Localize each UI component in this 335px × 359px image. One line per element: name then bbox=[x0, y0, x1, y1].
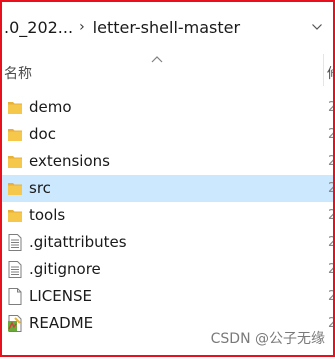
address-bar[interactable]: .0_202... › letter-shell-master bbox=[0, 8, 312, 46]
file-row-license[interactable]: LICENSE 2 bbox=[0, 283, 335, 310]
file-row-extensions[interactable]: extensions 2 bbox=[0, 148, 335, 175]
date-column-cutoff: 2 bbox=[328, 208, 335, 223]
file-row-demo[interactable]: demo 2 bbox=[0, 94, 335, 121]
file-name-label: README bbox=[29, 314, 94, 332]
date-column-cutoff: 2 bbox=[328, 154, 335, 169]
watermark: CSDN @公子无缘 bbox=[210, 331, 325, 347]
sort-ascending-icon bbox=[151, 56, 163, 63]
file-explorer-window: .0_202... › letter-shell-master 名称 修 dem… bbox=[0, 0, 335, 359]
file-row-tools[interactable]: tools 2 bbox=[0, 202, 335, 229]
file-list: demo 2 doc 2 extensions 2 src 2 tools 2 .gitattrib… bbox=[0, 94, 335, 337]
file-row-src[interactable]: src 2 bbox=[0, 175, 335, 202]
date-column-cutoff: 2 bbox=[328, 127, 335, 142]
breadcrumb-current[interactable]: letter-shell-master bbox=[89, 18, 244, 37]
file-row-gitignore[interactable]: .gitignore 2 bbox=[0, 256, 335, 283]
column-divider[interactable] bbox=[323, 54, 324, 86]
address-history-dropdown-icon[interactable] bbox=[307, 8, 327, 46]
date-column-cutoff: 2 bbox=[328, 181, 335, 196]
date-column-cutoff: 2 bbox=[328, 262, 335, 277]
date-column-cutoff: 2 bbox=[328, 316, 335, 331]
file-name-label: .gitignore bbox=[29, 260, 101, 278]
file-name-label: LICENSE bbox=[29, 287, 92, 305]
file-row-doc[interactable]: doc 2 bbox=[0, 121, 335, 148]
column-modified-header[interactable]: 修 bbox=[327, 63, 335, 83]
text-file-icon bbox=[7, 234, 23, 251]
file-name-label: extensions bbox=[29, 152, 110, 170]
column-header: 名称 修 bbox=[0, 54, 335, 86]
folder-icon bbox=[7, 126, 23, 143]
date-column-cutoff: 2 bbox=[328, 289, 335, 304]
text-file-icon bbox=[7, 261, 23, 278]
file-name-label: src bbox=[29, 179, 51, 197]
breadcrumb-separator-icon[interactable]: › bbox=[77, 19, 89, 35]
column-name-header[interactable]: 名称 bbox=[4, 63, 32, 83]
folder-icon bbox=[7, 153, 23, 170]
file-name-label: tools bbox=[29, 206, 66, 224]
blank-file-icon bbox=[7, 288, 23, 305]
file-name-label: demo bbox=[29, 98, 72, 116]
markdown-file-icon bbox=[7, 315, 23, 332]
folder-icon bbox=[7, 99, 23, 116]
date-column-cutoff: 2 bbox=[328, 235, 335, 250]
date-column-cutoff: 2 bbox=[328, 100, 335, 115]
file-row-gitattributes[interactable]: .gitattributes 2 bbox=[0, 229, 335, 256]
breadcrumb-parent[interactable]: .0_202... bbox=[0, 18, 77, 37]
file-name-label: doc bbox=[29, 125, 56, 143]
folder-icon bbox=[7, 207, 23, 224]
file-name-label: .gitattributes bbox=[29, 233, 127, 251]
folder-icon bbox=[7, 180, 23, 197]
